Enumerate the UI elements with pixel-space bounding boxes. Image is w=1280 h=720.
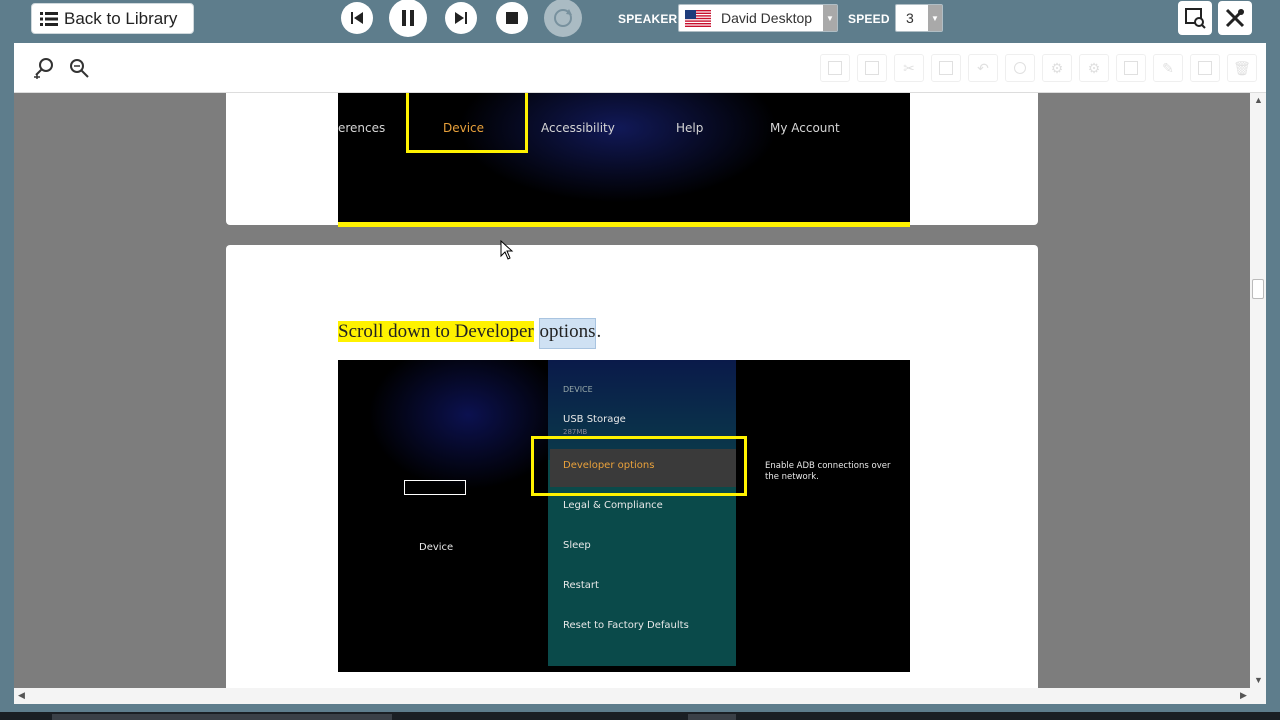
highlighted-text: Scroll down to Developer — [338, 321, 534, 342]
document-toolbar: ✂ ↶ ⚙ ⚙ ✎ 🗑 — [14, 43, 1266, 93]
menu-item-accessibility: Accessibility — [541, 121, 615, 135]
menu-item-reset: Reset to Factory Defaults — [563, 620, 689, 631]
scissors-icon: ✂ — [903, 59, 915, 76]
usb-storage-sub: 287MB — [563, 428, 588, 436]
save-button[interactable] — [820, 54, 850, 82]
search-icon — [1014, 62, 1026, 74]
text-button[interactable] — [1116, 54, 1146, 82]
highlight-box — [406, 93, 528, 153]
horizontal-scrollbar[interactable]: ◀ ▶ — [14, 688, 1266, 704]
menu-item-sleep: Sleep — [563, 540, 591, 551]
device-icon — [404, 480, 466, 495]
section-header: DEVICE — [563, 385, 593, 394]
document-page: Scroll down to Developer options. DEVICE… — [226, 245, 1038, 688]
checkbox-icon — [1198, 61, 1212, 75]
pause-button[interactable] — [389, 0, 427, 37]
undo-icon: ↶ — [977, 59, 989, 76]
mouse-cursor-icon — [500, 240, 514, 260]
document-page: erences Device Accessibility Help My Acc… — [226, 93, 1038, 227]
scroll-right-icon[interactable]: ▶ — [1240, 690, 1247, 701]
chevron-down-icon: ▼ — [928, 5, 942, 31]
scroll-down-icon[interactable]: ▼ — [1254, 675, 1263, 685]
speed-value: 3 — [906, 10, 914, 26]
settings-button[interactable]: ⚙ — [1042, 54, 1072, 82]
screen-search-icon — [1185, 8, 1206, 29]
skip-forward-icon — [455, 12, 467, 24]
previous-button[interactable] — [341, 2, 373, 34]
screenshot-device-menu: DEVICE USB Storage 287MB Developer optio… — [338, 360, 910, 672]
back-to-library-button[interactable]: Back to Library — [31, 3, 194, 34]
speaker-select[interactable]: David Desktop ▼ — [678, 4, 838, 32]
paste-icon — [939, 61, 953, 75]
stop-icon — [506, 12, 518, 24]
screen-capture-button[interactable] — [1178, 1, 1212, 35]
check-button[interactable] — [1190, 54, 1220, 82]
scroll-up-icon[interactable]: ▲ — [1254, 95, 1263, 105]
highlighter-icon: ✎ — [1162, 59, 1174, 76]
zoom-in-icon — [34, 58, 53, 79]
gear-icon: ⚙ — [1050, 59, 1064, 76]
scroll-thumb[interactable] — [1252, 279, 1264, 299]
menu-item-restart: Restart — [563, 580, 599, 591]
document-viewport[interactable]: erences Device Accessibility Help My Acc… — [14, 93, 1250, 688]
menu-item-preferences: erences — [338, 121, 386, 135]
instruction-text: Scroll down to Developer options. — [338, 318, 602, 349]
zoom-in-button[interactable] — [31, 55, 57, 81]
yellow-underline — [338, 222, 910, 227]
zoom-out-button[interactable] — [66, 55, 92, 81]
list-icon — [40, 11, 58, 27]
menu-item-legal: Legal & Compliance — [563, 500, 663, 511]
sync-icon — [554, 9, 572, 27]
chevron-down-icon: ▼ — [823, 5, 837, 31]
vertical-scrollbar[interactable]: ▲ ▼ — [1250, 93, 1266, 688]
speed-select[interactable]: 3 ▼ — [895, 4, 943, 32]
menu-item-my-account: My Account — [770, 121, 840, 135]
taskbar-segment — [52, 714, 392, 720]
reader-app: Back to Library SPEAKER David Desktop ▼ … — [0, 0, 1280, 720]
gear-alt-icon: ⚙ — [1087, 59, 1101, 76]
text-box-icon — [1124, 61, 1138, 75]
tools-button[interactable] — [1218, 1, 1252, 35]
caption-period: . — [596, 321, 602, 342]
top-toolbar: Back to Library SPEAKER David Desktop ▼ … — [0, 0, 1280, 40]
save-icon — [828, 61, 842, 75]
back-to-library-label: Back to Library — [64, 8, 178, 28]
trash-icon: 🗑 — [1233, 59, 1251, 76]
highlight-button[interactable]: ✎ — [1153, 54, 1183, 82]
adb-description: Enable ADB connections over the network. — [765, 461, 891, 482]
copy-icon — [865, 61, 879, 75]
settings-alt-button[interactable]: ⚙ — [1079, 54, 1109, 82]
undo-button[interactable]: ↶ — [968, 54, 998, 82]
speaker-value: David Desktop — [721, 10, 813, 26]
selected-word: options — [538, 318, 597, 349]
find-button[interactable] — [1005, 54, 1035, 82]
us-flag-icon — [685, 9, 711, 27]
screenshot-settings-menu: erences Device Accessibility Help My Acc… — [338, 93, 910, 227]
taskbar-segment — [688, 714, 736, 720]
taskbar — [0, 712, 1280, 720]
cut-button[interactable]: ✂ — [894, 54, 924, 82]
speed-label: SPEED — [848, 12, 890, 26]
pause-icon — [402, 10, 414, 26]
copy-button[interactable] — [857, 54, 887, 82]
menu-item-help: Help — [676, 121, 704, 135]
next-button[interactable] — [445, 2, 477, 34]
zoom-out-icon — [70, 59, 89, 78]
stop-button[interactable] — [496, 2, 528, 34]
tools-icon — [1225, 8, 1245, 28]
device-label: Device — [419, 542, 454, 553]
delete-button[interactable]: 🗑 — [1227, 54, 1257, 82]
sync-button[interactable] — [544, 0, 582, 37]
speaker-label: SPEAKER — [618, 12, 678, 26]
scroll-left-icon[interactable]: ◀ — [18, 690, 25, 701]
paste-button[interactable] — [931, 54, 961, 82]
highlight-box — [531, 436, 747, 496]
skip-back-icon — [351, 12, 363, 24]
menu-item-usb-storage: USB Storage — [563, 414, 626, 425]
